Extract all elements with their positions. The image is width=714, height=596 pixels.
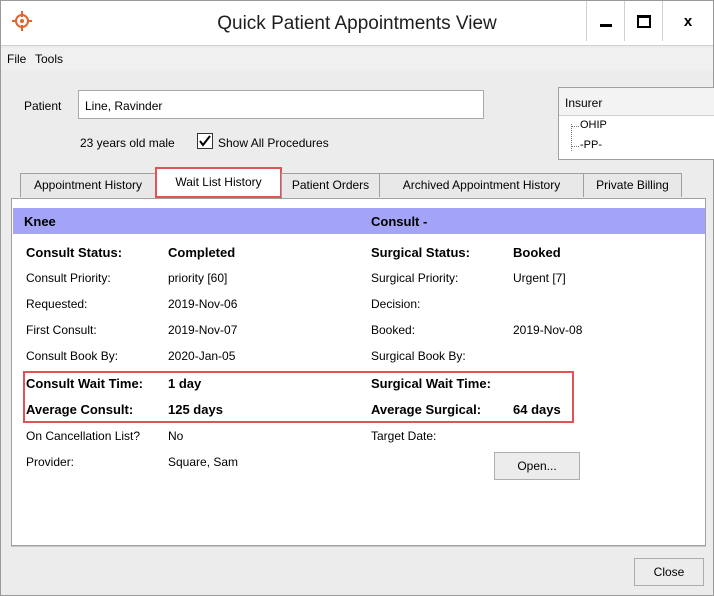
booked-label: Booked: (371, 323, 416, 337)
target-date-label: Target Date: (371, 429, 437, 443)
tab-archived-appointment-history[interactable]: Archived Appointment History (379, 173, 584, 197)
insurer-item[interactable]: -PP- (580, 139, 602, 151)
maximize-icon (637, 14, 651, 28)
first-consult-value: 2019-Nov-07 (168, 323, 238, 337)
surgical-priority-label: Surgical Priority: (371, 271, 459, 285)
app-window: Quick Patient Appointments View x File T… (0, 0, 714, 596)
show-all-checkbox[interactable] (197, 133, 213, 149)
menu-file[interactable]: File (7, 52, 26, 66)
cancellation-list-value: No (168, 429, 184, 443)
surgical-book-by-label: Surgical Book By: (371, 349, 466, 363)
requested-label: Requested: (26, 297, 88, 311)
title-divider (1, 45, 713, 46)
surgical-priority-value: Urgent [7] (513, 271, 566, 285)
surgical-status-value: Booked (513, 245, 561, 260)
insurer-panel: Insurer OHIP -PP- (558, 87, 714, 160)
patient-label: Patient (24, 99, 62, 113)
wait-time-highlight (23, 371, 574, 423)
surgical-status-label: Surgical Status: (371, 245, 470, 260)
open-button[interactable]: Open... (494, 452, 580, 480)
tab-wait-list-history[interactable]: Wait List History (155, 167, 282, 198)
close-button[interactable]: Close (634, 558, 704, 586)
decision-label: Decision: (371, 297, 421, 311)
patient-name-value: Line, Ravinder (85, 99, 163, 113)
minimize-icon (600, 23, 612, 27)
provider-label: Provider: (26, 455, 75, 469)
title-bar: Quick Patient Appointments View x (1, 1, 713, 45)
insurer-item[interactable]: OHIP (580, 119, 607, 131)
consult-book-by-label: Consult Book By: (26, 349, 119, 363)
consult-status-value: Completed (168, 245, 236, 260)
first-consult-label: First Consult: (26, 323, 97, 337)
show-all-label: Show All Procedures (218, 136, 329, 150)
tree-connector (571, 146, 579, 148)
booked-value: 2019-Nov-08 (513, 323, 583, 337)
provider-value: Square, Sam (168, 455, 239, 469)
tree-connector (571, 126, 579, 128)
cancellation-list-label: On Cancellation List? (26, 429, 141, 443)
procedure-header-band (13, 208, 705, 234)
tab-patient-orders[interactable]: Patient Orders (281, 173, 380, 197)
consult-header: Consult - (371, 214, 428, 229)
tab-private-billing[interactable]: Private Billing (583, 173, 682, 197)
patient-name-field[interactable]: Line, Ravinder (78, 90, 484, 119)
close-icon: x (683, 12, 693, 30)
maximize-button[interactable] (624, 1, 663, 41)
consult-priority-value: priority [60] (168, 271, 228, 285)
menu-bar: File Tools (1, 48, 713, 70)
patient-info: 23 years old male (80, 136, 175, 150)
tab-appointment-history[interactable]: Appointment History (20, 173, 156, 197)
minimize-button[interactable] (586, 1, 625, 41)
procedure-name: Knee (24, 214, 56, 229)
close-window-button[interactable]: x (662, 1, 713, 41)
checkmark-icon (199, 135, 211, 147)
consult-priority-label: Consult Priority: (26, 271, 111, 285)
consult-book-by-value: 2020-Jan-05 (168, 349, 236, 363)
requested-value: 2019-Nov-06 (168, 297, 238, 311)
footer-divider (11, 546, 706, 547)
insurer-header: Insurer (565, 96, 603, 110)
consult-status-label: Consult Status: (26, 245, 123, 260)
menu-tools[interactable]: Tools (35, 52, 63, 66)
